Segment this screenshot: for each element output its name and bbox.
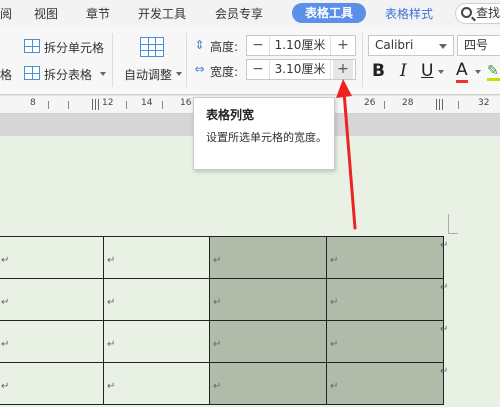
annotation-arrow-icon [336, 79, 357, 230]
